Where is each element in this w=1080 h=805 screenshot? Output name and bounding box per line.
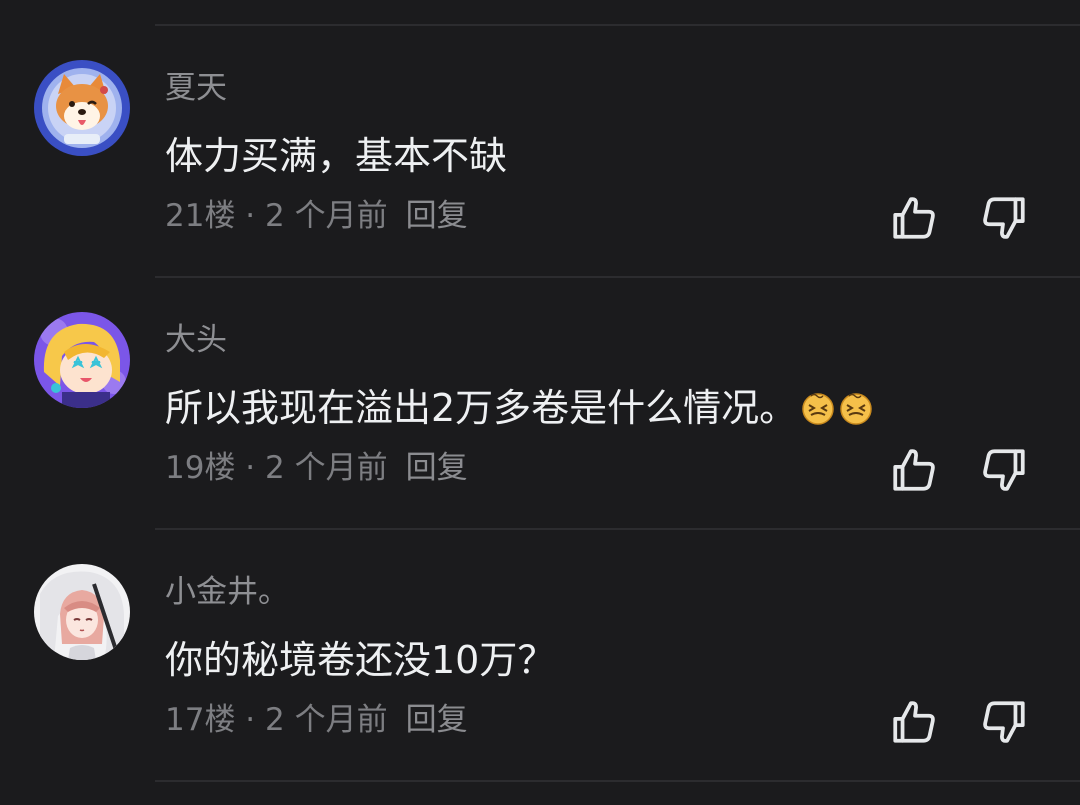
dislike-button[interactable] [975, 189, 1033, 247]
username[interactable]: 大头 [165, 320, 227, 360]
thumbs-down-icon [983, 197, 1025, 239]
comment-time: 2 个月前 [265, 702, 388, 738]
comment-item: 夏天 体力买满，基本不缺 21楼 · 2 个月前 回复 [0, 26, 1080, 278]
comment-text: 体力买满，基本不缺 [165, 130, 507, 182]
like-button[interactable] [885, 441, 943, 499]
comment-text: 你的秘境卷还没10万？ [165, 634, 555, 686]
reply-button[interactable]: 回复 [406, 450, 468, 486]
floor-number: 19楼 [165, 450, 236, 486]
avatar[interactable] [34, 312, 130, 408]
dizzy-face-emoji [840, 393, 872, 425]
thumbs-up-icon [893, 197, 935, 239]
dislike-button[interactable] [975, 693, 1033, 751]
floor-number: 21楼 [165, 198, 236, 234]
reply-button[interactable]: 回复 [406, 702, 468, 738]
comment-meta: 21楼 · 2 个月前 回复 [165, 194, 468, 238]
avatar[interactable] [34, 60, 130, 156]
comment-text-body: 体力买满，基本不缺 [165, 134, 508, 178]
meta-separator: · [235, 450, 266, 486]
comment-text-body: 你的秘境卷还没10万？ [165, 638, 556, 682]
shiba-dog-avatar [34, 60, 130, 156]
thumbs-up-icon [893, 449, 935, 491]
meta-separator: · [235, 702, 266, 738]
username[interactable]: 夏天 [165, 68, 227, 108]
anime-yellow-hair-avatar [34, 312, 130, 408]
thumbs-down-icon [983, 701, 1025, 743]
comment-text: 所以我现在溢出2万多卷是什么情况。 [165, 382, 873, 434]
thumbs-down-icon [983, 449, 1025, 491]
thumbs-up-icon [893, 701, 935, 743]
reply-button[interactable]: 回复 [406, 198, 468, 234]
anime-pink-hair-avatar [34, 564, 130, 660]
comment-item: 小金井。 你的秘境卷还没10万？ 17楼 · 2 个月前 回复 [0, 530, 1080, 782]
username[interactable]: 小金井。 [165, 572, 289, 612]
meta-separator: · [235, 198, 266, 234]
comment-time: 2 个月前 [265, 198, 388, 234]
dizzy-face-emoji [802, 393, 834, 425]
floor-number: 17楼 [165, 702, 236, 738]
comment-text-body: 所以我现在溢出2万多卷是什么情况。 [165, 386, 798, 430]
comment-item: 大头 所以我现在溢出2万多卷是什么情况。 19楼 · 2 个月前 回复 [0, 278, 1080, 530]
dislike-button[interactable] [975, 441, 1033, 499]
comment-meta: 19楼 · 2 个月前 回复 [165, 446, 468, 490]
like-button[interactable] [885, 693, 943, 751]
comment-meta: 17楼 · 2 个月前 回复 [165, 698, 468, 742]
like-button[interactable] [885, 189, 943, 247]
comment-time: 2 个月前 [265, 450, 388, 486]
avatar[interactable] [34, 564, 130, 660]
